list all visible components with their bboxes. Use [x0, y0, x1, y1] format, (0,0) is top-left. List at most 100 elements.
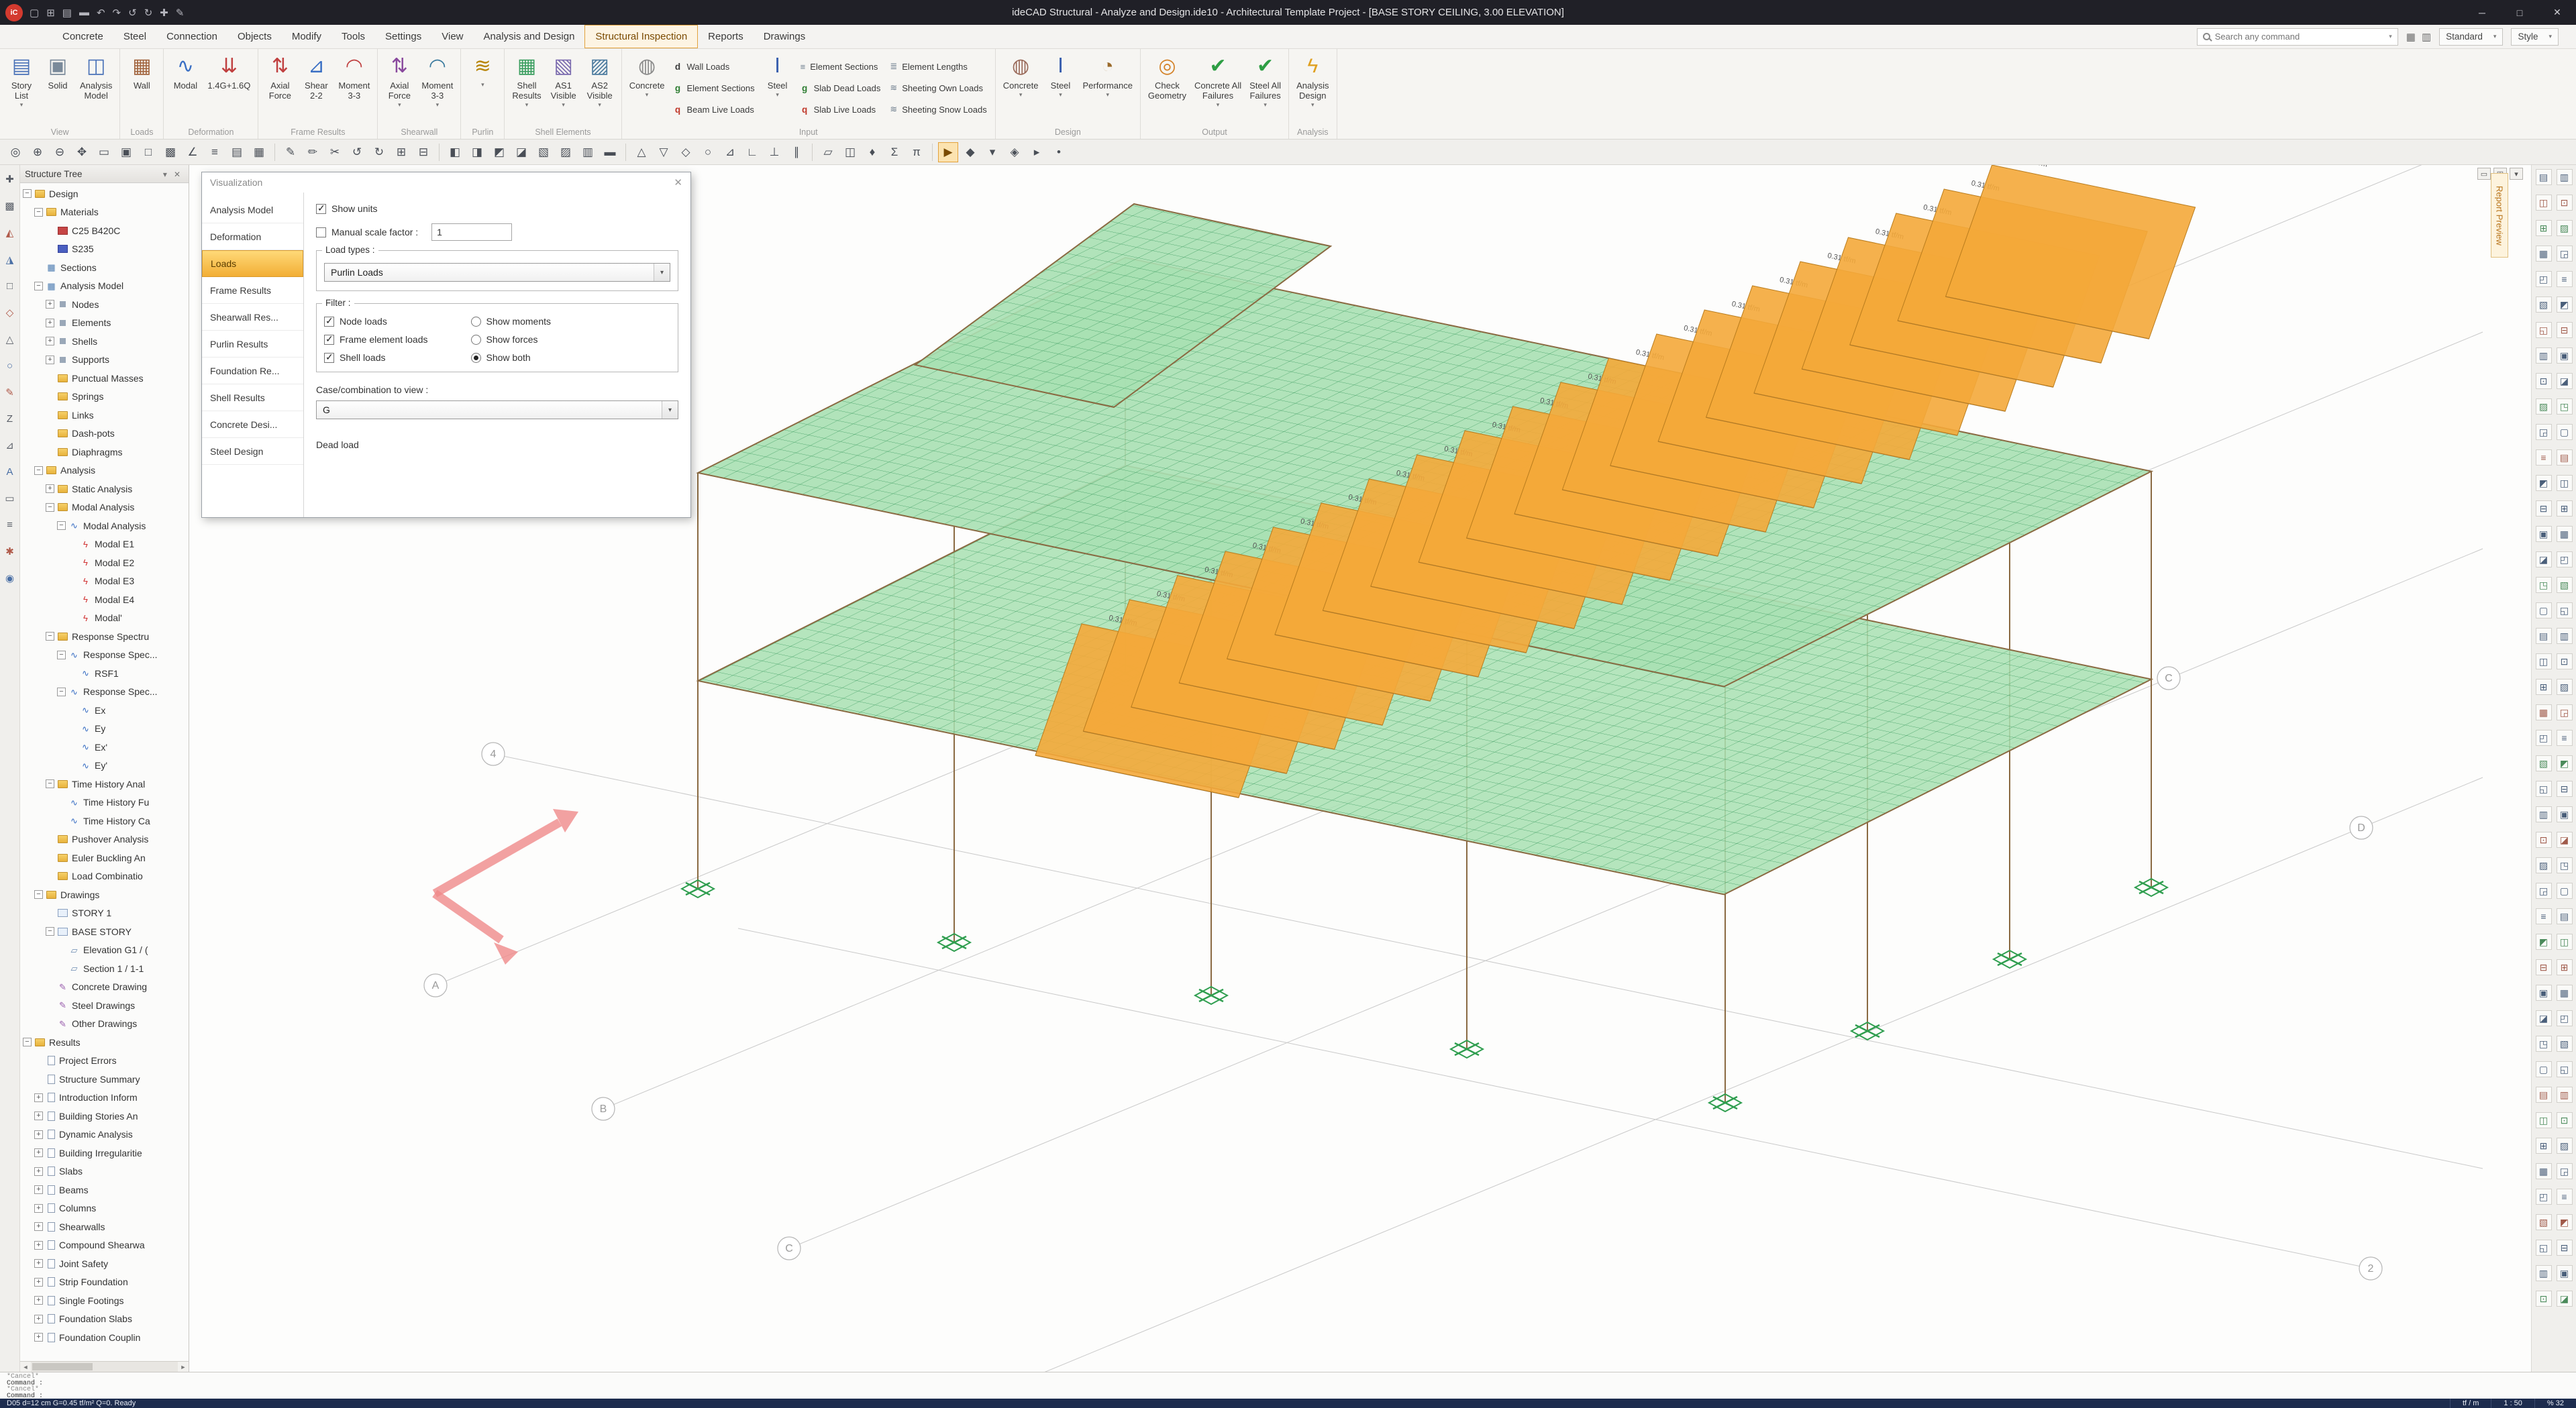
- tree-item-response-spectru[interactable]: −Response Spectru: [20, 627, 189, 646]
- checkbox-icon[interactable]: [324, 353, 334, 363]
- toolbar-icon-35[interactable]: ⊿: [720, 142, 740, 162]
- rail-tool-icon[interactable]: ◱: [2536, 781, 2552, 797]
- scrollbar-thumb[interactable]: [32, 1363, 93, 1370]
- tree-item-slabs[interactable]: +Slabs: [20, 1162, 189, 1181]
- ribbon-button-concrete-all-failures[interactable]: ✔Concrete AllFailures▾: [1190, 50, 1245, 125]
- rail-tool-icon[interactable]: ◰: [2557, 1010, 2573, 1026]
- rail-tool-icon[interactable]: ◫: [2536, 195, 2552, 211]
- tree-item-single-footings[interactable]: +Single Footings: [20, 1291, 189, 1310]
- tree-item-rsf1[interactable]: ∿RSF1: [20, 664, 189, 683]
- scroll-right-icon[interactable]: ►: [178, 1364, 189, 1370]
- menu-item-steel[interactable]: Steel: [113, 25, 156, 48]
- menu-item-tools[interactable]: Tools: [331, 25, 375, 48]
- ribbon-button-combo-14g-16q[interactable]: ⇊1.4G+1.6Q: [203, 50, 254, 125]
- toolbar-icon-32[interactable]: ▽: [654, 142, 674, 162]
- toolbar-icon-49[interactable]: ◈: [1004, 142, 1025, 162]
- dialog-nav-concrete-desi[interactable]: Concrete Desi...: [202, 411, 303, 438]
- tree-expander[interactable]: +: [34, 1259, 43, 1268]
- status-zoom[interactable]: % 32: [2534, 1399, 2576, 1408]
- filter-check-shell-loads[interactable]: Shell loads: [324, 352, 428, 363]
- side-tool-icon-14[interactable]: ≡: [7, 519, 13, 531]
- rail-tool-icon[interactable]: ▤: [2536, 1087, 2552, 1103]
- tree-expander[interactable]: +: [34, 1315, 43, 1323]
- rail-tool-icon[interactable]: ▨: [2557, 220, 2573, 236]
- toolbar-icon-33[interactable]: ◇: [676, 142, 696, 162]
- menu-item-reports[interactable]: Reports: [698, 25, 754, 48]
- rail-tool-icon[interactable]: ▣: [2557, 347, 2573, 364]
- menu-item-concrete[interactable]: Concrete: [52, 25, 113, 48]
- toolbar-icon-25[interactable]: ◪: [511, 142, 531, 162]
- rail-tool-icon[interactable]: ▦: [2557, 985, 2573, 1001]
- tree-item-building-stories-an[interactable]: +Building Stories An: [20, 1107, 189, 1126]
- tree-item-ex[interactable]: ∿Ex: [20, 701, 189, 720]
- rail-tool-icon[interactable]: ▢: [2536, 1061, 2552, 1077]
- side-tool-icon-7[interactable]: △: [6, 333, 14, 345]
- rail-tool-icon[interactable]: ◩: [2536, 475, 2552, 491]
- tree-item-beams[interactable]: +Beams: [20, 1181, 189, 1199]
- checkbox-icon[interactable]: [324, 335, 334, 345]
- tree-item-dash-pots[interactable]: Dash-pots: [20, 425, 189, 443]
- tree-item-story-1[interactable]: STORY 1: [20, 904, 189, 923]
- ribbon-button-as1-visible[interactable]: ▧AS1Visible▾: [546, 50, 582, 125]
- manual-scale-checkbox[interactable]: [316, 227, 326, 237]
- tree-expander[interactable]: +: [46, 356, 54, 364]
- rail-tool-icon[interactable]: ◰: [2536, 271, 2552, 287]
- visualization-dialog[interactable]: Visualization ✕ Analysis ModelDeformatio…: [201, 172, 691, 518]
- tree-expander[interactable]: −: [57, 651, 66, 659]
- ribbon-item-wall-loads[interactable]: dWall Loads: [673, 57, 754, 76]
- standard-select[interactable]: Standard▾: [2439, 28, 2503, 46]
- tree-expander[interactable]: +: [34, 1333, 43, 1342]
- toolbar-icon-14[interactable]: ✎: [280, 142, 301, 162]
- toolbar-icon-41[interactable]: ◫: [840, 142, 860, 162]
- rail-tool-icon[interactable]: ▦: [2536, 704, 2552, 720]
- toolbar-icon-27[interactable]: ▨: [556, 142, 576, 162]
- toolbar-icon-17[interactable]: ↺: [347, 142, 367, 162]
- tree-expander[interactable]: −: [23, 189, 32, 198]
- tree-expander[interactable]: −: [23, 1038, 32, 1046]
- toolbar-icon-16[interactable]: ✂: [325, 142, 345, 162]
- side-tool-icon-16[interactable]: ◉: [5, 572, 14, 584]
- tree-item-modal-analysis[interactable]: −∿Modal Analysis: [20, 517, 189, 535]
- quick-access-icon-3[interactable]: ▤: [62, 7, 72, 19]
- rail-tool-icon[interactable]: ▥: [2557, 1087, 2573, 1103]
- toolbar-icon-22[interactable]: ◧: [445, 142, 465, 162]
- rail-tool-icon[interactable]: ⊡: [2557, 1112, 2573, 1128]
- tree-expander[interactable]: +: [46, 337, 54, 345]
- report-preview-tab[interactable]: Report Preview: [2491, 173, 2508, 258]
- tree-item-drawings[interactable]: −Drawings: [20, 885, 189, 904]
- close-icon[interactable]: ✕: [674, 176, 682, 188]
- side-tool-icon-6[interactable]: ◇: [6, 307, 14, 319]
- menu-toolbar-icon-2[interactable]: ▥: [2422, 31, 2431, 43]
- dialog-nav-steel-design[interactable]: Steel Design: [202, 438, 303, 465]
- ribbon-item-element-lengths[interactable]: ≣Element Lengths: [890, 57, 986, 76]
- toolbar-icon-28[interactable]: ▥: [578, 142, 598, 162]
- radio-icon[interactable]: [471, 353, 481, 363]
- rail-tool-icon[interactable]: ≡: [2557, 730, 2573, 746]
- ribbon-button-story-list[interactable]: ▤StoryList▾: [3, 50, 40, 125]
- rail-tool-icon[interactable]: ▦: [2557, 526, 2573, 542]
- side-tool-icon-15[interactable]: ✱: [5, 545, 14, 557]
- tree-expander[interactable]: −: [57, 521, 66, 530]
- rail-tool-icon[interactable]: ▧: [2536, 296, 2552, 313]
- rail-tool-icon[interactable]: ⊡: [2536, 373, 2552, 389]
- side-tool-icon-9[interactable]: ✎: [5, 386, 14, 398]
- ribbon-item-beam-live-loads[interactable]: qBeam Live Loads: [673, 100, 754, 119]
- rail-tool-icon[interactable]: ◰: [2536, 1189, 2552, 1205]
- tree-expander[interactable]: +: [34, 1167, 43, 1176]
- rail-tool-icon[interactable]: ≡: [2557, 1189, 2573, 1205]
- rail-tool-icon[interactable]: ▨: [2557, 679, 2573, 695]
- rail-tool-icon[interactable]: ⊡: [2557, 195, 2573, 211]
- tree-expander[interactable]: −: [34, 208, 43, 217]
- ribbon-button-shearwall-moment-3-3[interactable]: ◠Moment3-3▾: [417, 50, 457, 125]
- rail-tool-icon[interactable]: ⊡: [2557, 653, 2573, 669]
- toolbar-icon-36[interactable]: ∟: [742, 142, 762, 162]
- rail-tool-icon[interactable]: ▤: [2557, 449, 2573, 466]
- rail-tool-icon[interactable]: ◪: [2557, 373, 2573, 389]
- menu-item-structural-inspection[interactable]: Structural Inspection: [584, 25, 698, 48]
- toolbar-icon-26[interactable]: ▧: [533, 142, 554, 162]
- tree-expander[interactable]: −: [34, 282, 43, 290]
- tree-item-compound-shearwa[interactable]: +Compound Shearwa: [20, 1236, 189, 1255]
- filter-check-node-loads[interactable]: Node loads: [324, 316, 428, 327]
- rail-tool-icon[interactable]: ◳: [2536, 577, 2552, 593]
- tree-item-project-errors[interactable]: Project Errors: [20, 1052, 189, 1071]
